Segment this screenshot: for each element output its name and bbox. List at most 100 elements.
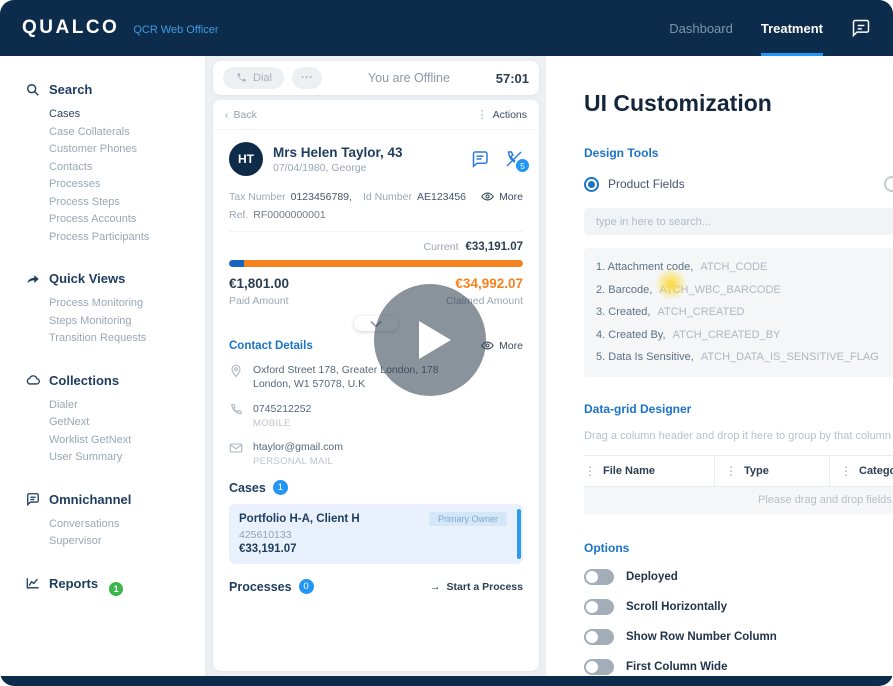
phone-blocked-icon[interactable]: 5 — [505, 150, 523, 168]
panel-nav-row: ‹ Back ⋮ Actions — [213, 100, 539, 130]
sidebar-item-contacts[interactable]: Contacts — [49, 159, 205, 177]
actions-label: Actions — [493, 109, 527, 121]
quick-views-icon — [26, 272, 40, 286]
balance-progress-bar — [229, 260, 523, 267]
product-fields-radio[interactable] — [584, 177, 599, 192]
page-title: UI Customization — [584, 90, 893, 117]
sidebar-section-title: Reports — [49, 576, 98, 591]
call-timer: 57:01 — [496, 71, 529, 86]
cases-count-badge: 1 — [273, 480, 288, 495]
more-label: More — [499, 191, 523, 203]
sidebar-item-processes[interactable]: Processes — [49, 176, 205, 194]
contact-more-button[interactable]: More — [481, 339, 523, 352]
phone-value: 0745212252 — [253, 402, 311, 416]
field-search-input[interactable] — [584, 208, 893, 235]
field-list-item[interactable]: 3. Created, ATCH_CREATED — [596, 301, 893, 324]
sidebar: Search Cases Case Collaterals Customer P… — [0, 56, 206, 676]
first-column-wide-toggle[interactable] — [584, 659, 614, 675]
call-more-button[interactable]: ... — [292, 67, 322, 89]
sidebar-item-process-monitoring[interactable]: Process Monitoring — [49, 295, 205, 313]
column-header-category[interactable]: ⋮ Category — [829, 456, 893, 486]
deployed-toggle[interactable] — [584, 569, 614, 585]
sidebar-item-dialer[interactable]: Dialer — [49, 397, 205, 415]
sidebar-item-cases[interactable]: Cases — [49, 106, 205, 124]
sidebar-item-process-accounts[interactable]: Process Accounts — [49, 211, 205, 229]
play-icon — [419, 321, 451, 359]
sidebar-section-title: Collections — [49, 373, 119, 388]
paid-amount-label: Paid Amount — [229, 295, 289, 307]
field-list-item[interactable]: 1. Attachment code, ATCH_CODE — [596, 256, 893, 279]
contact-details-title: Contact Details — [229, 340, 313, 352]
sidebar-item-getnext[interactable]: GetNext — [49, 414, 205, 432]
email-type: PERSONAL MAIL — [253, 456, 343, 467]
customer-more-button[interactable]: More — [481, 190, 523, 203]
messages-icon[interactable] — [851, 18, 871, 38]
identifiers-row: Tax Number 0123456789, Id Number AE12345… — [229, 190, 523, 203]
phone-item[interactable]: 0745212252 MOBILE — [229, 402, 523, 429]
sidebar-item-user-summary[interactable]: User Summary — [49, 449, 205, 467]
secondary-radio[interactable] — [884, 176, 893, 192]
field-list-item[interactable]: 2. Barcode, ATCH_WBC_BARCODE — [596, 279, 893, 302]
id-number-value: AE123456 — [417, 191, 466, 203]
sidebar-section-omnichannel[interactable]: Omnichannel — [26, 492, 205, 507]
sidebar-section-reports[interactable]: Reports 1 — [26, 576, 205, 591]
sidebar-item-transition-requests[interactable]: Transition Requests — [49, 330, 205, 348]
dial-button[interactable]: Dial — [223, 67, 284, 89]
current-value: €33,191.07 — [465, 241, 523, 253]
sidebar-section-quick-views[interactable]: Quick Views — [26, 271, 205, 286]
actions-button[interactable]: ⋮ Actions — [477, 108, 527, 121]
start-process-button[interactable]: → Start a Process — [430, 581, 523, 593]
case-amount: €33,191.07 — [239, 543, 507, 555]
ref-label: Ref. — [229, 209, 248, 221]
column-header-type[interactable]: ⋮ Type — [714, 456, 829, 486]
collections-icon — [26, 373, 40, 387]
email-item[interactable]: htaylor@gmail.com PERSONAL MAIL — [229, 440, 523, 467]
tax-number-label: Tax Number — [229, 191, 286, 203]
sidebar-item-process-steps[interactable]: Process Steps — [49, 194, 205, 212]
avatar: HT — [229, 142, 263, 176]
group-drop-hint: Drag a column header and drop it here to… — [584, 430, 893, 442]
case-card[interactable]: Portfolio H-A, Client H Primary Owner 42… — [229, 504, 523, 564]
sidebar-item-customer-phones[interactable]: Customer Phones — [49, 141, 205, 159]
drag-handle-icon[interactable]: ⋮ — [584, 464, 596, 478]
show-row-number-toggle[interactable] — [584, 629, 614, 645]
back-button[interactable]: ‹ Back — [225, 109, 257, 121]
field-list-item[interactable]: 5. Data Is Sensitive, ATCH_DATA_IS_SENSI… — [596, 346, 893, 369]
toggle-row-show-row-number: Show Row Number Column — [584, 629, 893, 645]
sidebar-section-search[interactable]: Search — [26, 82, 205, 97]
customer-panel: ‹ Back ⋮ Actions HT Mrs Helen Taylor, 43… — [213, 100, 539, 671]
toggle-row-scroll-horizontally: Scroll Horizontally — [584, 599, 893, 615]
drag-handle-icon[interactable]: ⋮ — [725, 464, 737, 478]
qualco-logo: QUALCO — [22, 17, 119, 39]
video-play-button[interactable] — [374, 284, 486, 396]
cases-title: Cases — [229, 481, 266, 495]
sidebar-section-title: Omnichannel — [49, 492, 131, 507]
sidebar-item-process-participants[interactable]: Process Participants — [49, 229, 205, 247]
sidebar-item-worklist-getnext[interactable]: Worklist GetNext — [49, 432, 205, 450]
chat-bubble-icon[interactable] — [471, 150, 489, 168]
processes-section: Processes 0 → Start a Process — [213, 564, 539, 609]
sidebar-item-conversations[interactable]: Conversations — [49, 516, 205, 534]
scroll-horizontally-toggle[interactable] — [584, 599, 614, 615]
chevron-left-icon: ‹ — [225, 109, 229, 121]
bottom-frame-bar — [0, 676, 893, 686]
nav-dashboard[interactable]: Dashboard — [669, 0, 733, 56]
field-list-item[interactable]: 4. Created By, ATCH_CREATED_BY — [596, 324, 893, 347]
sidebar-item-steps-monitoring[interactable]: Steps Monitoring — [49, 313, 205, 331]
case-id: 425610133 — [239, 529, 507, 541]
phone-icon — [235, 72, 247, 84]
nav-treatment[interactable]: Treatment — [761, 0, 823, 56]
design-tools-radio-group: Product Fields — [584, 176, 893, 192]
sidebar-item-case-collaterals[interactable]: Case Collaterals — [49, 124, 205, 142]
drag-handle-icon[interactable]: ⋮ — [840, 464, 852, 478]
call-status-text: You are Offline — [330, 71, 488, 85]
balance-summary: Current €33,191.07 €1,801.00 Paid Amount… — [213, 232, 539, 334]
design-tools-label: Design Tools — [584, 146, 893, 160]
toggle-row-deployed: Deployed — [584, 569, 893, 585]
sidebar-section-collections[interactable]: Collections — [26, 373, 205, 388]
sidebar-item-supervisor[interactable]: Supervisor — [49, 533, 205, 551]
column-header-file-name[interactable]: ⋮ File Name — [584, 456, 714, 486]
customer-meta: 07/04/1980, George — [273, 162, 403, 174]
sidebar-section-title: Search — [49, 82, 92, 97]
phone-icon — [229, 403, 243, 417]
